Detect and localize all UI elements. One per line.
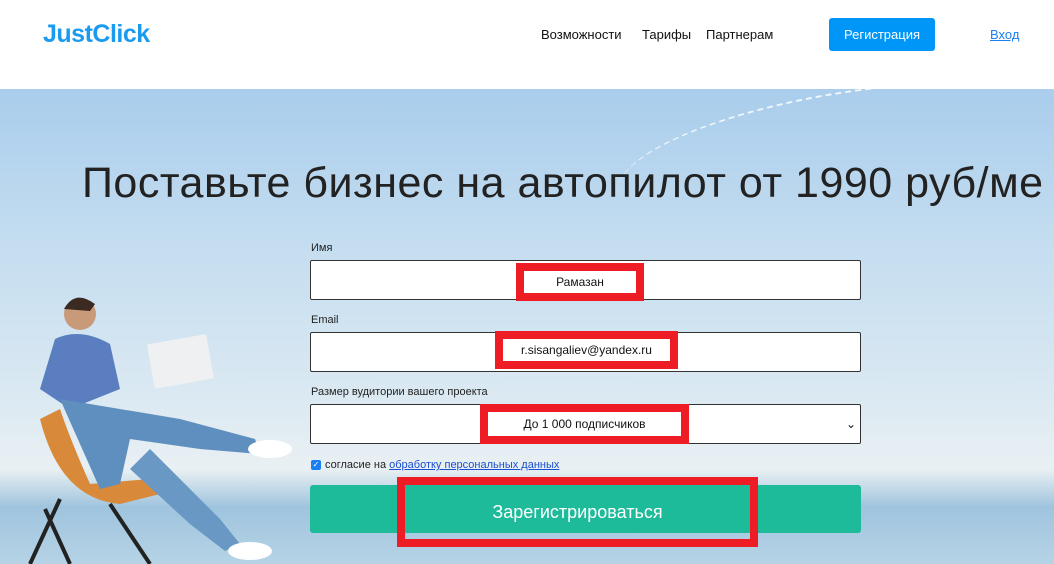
logo[interactable]: JustClick <box>43 20 150 49</box>
audience-select[interactable]: До 1 000 подписчиков ⌄ <box>310 404 861 444</box>
chevron-down-icon: ⌄ <box>845 417 856 431</box>
header: JustClick Возможности Тарифы Партнерам Р… <box>0 0 1054 89</box>
consent-checkbox[interactable]: ✓ <box>311 460 321 470</box>
audience-label: Размер вудитории вашего проекта <box>311 386 488 398</box>
consent-text: согласие на обработку персональных данны… <box>325 459 560 471</box>
consent-link[interactable]: обработку персональных данных <box>389 459 559 471</box>
audience-value: До 1 000 подписчиков <box>480 404 689 444</box>
man-with-laptop-image <box>28 297 292 564</box>
email-input[interactable]: r.sisangaliev@yandex.ru <box>310 331 861 372</box>
hero: Поставьте бизнес на автопилот от 1990 ру… <box>0 89 1054 564</box>
nav-partners[interactable]: Партнерам <box>706 27 773 42</box>
nav-pricing[interactable]: Тарифы <box>642 27 691 42</box>
email-value: r.sisangaliev@yandex.ru <box>495 331 678 369</box>
hero-title: Поставьте бизнес на автопилот от 1990 ру… <box>82 159 1044 207</box>
name-value: Рамазан <box>516 263 644 301</box>
name-label: Имя <box>311 242 333 254</box>
email-label: Email <box>311 314 339 326</box>
register-button[interactable]: Регистрация <box>829 18 935 51</box>
submit-label[interactable]: Зарегистрироваться <box>397 477 758 547</box>
name-input[interactable]: Рамазан <box>310 260 861 301</box>
login-link[interactable]: Вход <box>990 27 1019 42</box>
nav-features[interactable]: Возможности <box>541 27 622 42</box>
